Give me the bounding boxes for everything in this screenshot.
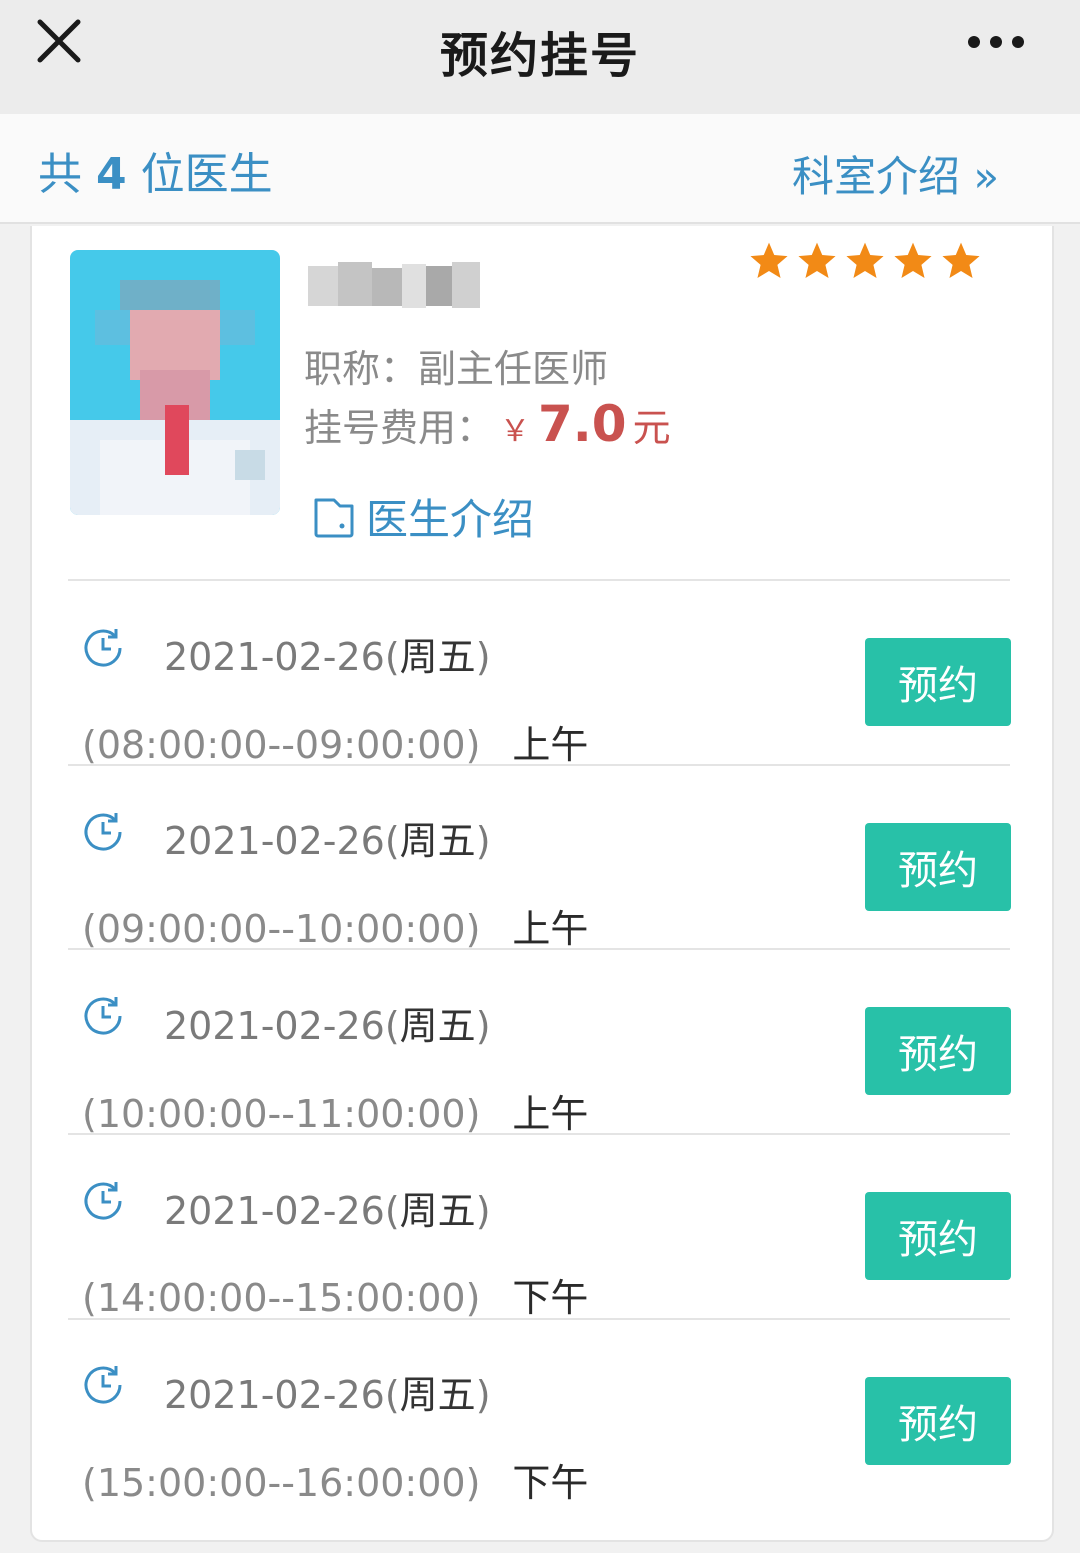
slot-time: (15:00:00--16:00:00) 下午 (82, 1452, 588, 1507)
divider (68, 1318, 1010, 1320)
folder-icon (314, 498, 354, 537)
star-icon (894, 242, 932, 278)
slot-date-close: ) (475, 1004, 491, 1048)
slot-time-range: (09:00:00--10:00:00) (82, 907, 481, 951)
doctor-rating (748, 240, 982, 282)
slot-period: 下午 (512, 1461, 589, 1505)
fee-unit: 元 (632, 406, 671, 450)
star-icon (846, 242, 884, 278)
fee-label: 挂号费用： (304, 406, 495, 450)
count-number: 4 (96, 149, 127, 200)
book-button[interactable]: 预约 (865, 1007, 1011, 1095)
slot-date: 2021-02-26(周五) (164, 626, 491, 681)
fee-currency: ￥ (500, 414, 531, 449)
book-button[interactable]: 预约 (865, 823, 1011, 911)
top-nav-bar: 预约挂号 (0, 0, 1080, 114)
slot-time: (10:00:00--11:00:00) 上午 (82, 1083, 588, 1138)
slot-time-range: (15:00:00--16:00:00) (82, 1461, 481, 1505)
star-icon (798, 242, 836, 278)
more-button[interactable] (960, 22, 1030, 62)
doctor-title-line: 职称：副主任医师 (304, 338, 608, 393)
doctor-count: 共 4 位医生 (38, 138, 273, 202)
doctor-fee-line: 挂号费用： ￥ 7.0 元 (304, 395, 671, 453)
slot-period: 上午 (512, 907, 589, 951)
slot-time-range: (14:00:00--15:00:00) (82, 1276, 481, 1320)
divider (68, 1133, 1010, 1135)
clock-icon (84, 1366, 122, 1404)
page-title: 预约挂号 (439, 28, 640, 84)
department-intro-label: 科室介绍 (792, 152, 961, 201)
slot-weekday: 周五 (399, 819, 476, 863)
slot-date-value: 2021-02-26( (164, 819, 400, 863)
book-button[interactable]: 预约 (865, 1377, 1011, 1465)
slot-date-close: ) (475, 635, 491, 679)
clock-icon (84, 629, 122, 667)
slot-time-range: (08:00:00--09:00:00) (82, 723, 481, 767)
doctor-title-label: 职称： (304, 347, 419, 391)
more-icon (968, 36, 1024, 48)
slot-date-close: ) (475, 819, 491, 863)
department-intro-link[interactable]: 科室介绍 » (792, 143, 999, 204)
book-button[interactable]: 预约 (865, 638, 1011, 726)
doctor-name-blurred (308, 262, 480, 310)
slot-date-value: 2021-02-26( (164, 1189, 400, 1233)
count-prefix: 共 (38, 149, 96, 200)
doctor-avatar (70, 250, 280, 515)
clock-icon (84, 997, 122, 1035)
slot-date-close: ) (475, 1189, 491, 1233)
clock-icon (84, 1182, 122, 1220)
doctor-intro-link[interactable]: 医生介绍 (312, 486, 534, 547)
count-suffix: 位医生 (126, 149, 273, 200)
slot-date-value: 2021-02-26( (164, 1373, 400, 1417)
slot-date: 2021-02-26(周五) (164, 1180, 491, 1235)
doctor-intro-label: 医生介绍 (366, 495, 535, 544)
slot-date: 2021-02-26(周五) (164, 1364, 491, 1419)
slot-period: 上午 (512, 1092, 589, 1136)
slot-time: (14:00:00--15:00:00) 下午 (82, 1267, 588, 1322)
slot-weekday: 周五 (399, 1004, 476, 1048)
slot-time-range: (10:00:00--11:00:00) (82, 1092, 481, 1136)
slot-time: (09:00:00--10:00:00) 上午 (82, 898, 588, 953)
divider (68, 764, 1010, 766)
chevron-right-double-icon: » (973, 152, 1000, 201)
fee-value: 7.0 (538, 395, 627, 453)
slot-weekday: 周五 (399, 1373, 476, 1417)
slot-date: 2021-02-26(周五) (164, 810, 491, 865)
clock-icon (84, 813, 122, 851)
book-button[interactable]: 预约 (865, 1192, 1011, 1280)
slot-date-close: ) (475, 1373, 491, 1417)
star-icon (942, 242, 980, 278)
divider (68, 948, 1010, 950)
slot-period: 上午 (512, 723, 589, 767)
slot-time: (08:00:00--09:00:00) 上午 (82, 714, 588, 769)
divider (68, 579, 1010, 581)
slot-date-value: 2021-02-26( (164, 1004, 400, 1048)
slot-weekday: 周五 (399, 635, 476, 679)
slot-weekday: 周五 (399, 1189, 476, 1233)
slot-period: 下午 (512, 1276, 589, 1320)
slot-date-value: 2021-02-26( (164, 635, 400, 679)
star-icon (750, 242, 788, 278)
doctor-title-value: 副主任医师 (418, 347, 609, 391)
slot-date: 2021-02-26(周五) (164, 995, 491, 1050)
